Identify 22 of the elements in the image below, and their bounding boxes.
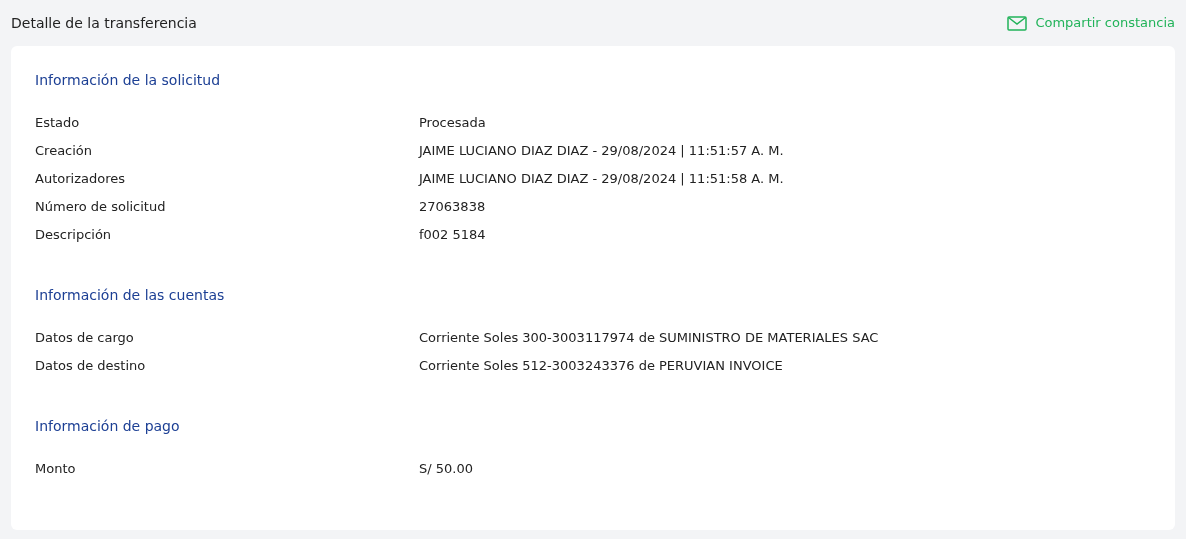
field-value: Procesada: [419, 114, 486, 133]
field-label: Monto: [35, 460, 77, 479]
field-value: JAIME LUCIANO DIAZ DIAZ - 29/08/2024 | 11:51:58 A. M.: [419, 170, 784, 189]
field-label: Descripción: [35, 226, 113, 245]
section-title: Información de las cuentas: [35, 286, 226, 305]
mail-icon: [1007, 15, 1028, 31]
field-label: Estado: [35, 114, 81, 133]
section-title: Información de pago: [35, 417, 181, 436]
field-label: Autorizadores: [35, 170, 126, 189]
field-value: 27063838: [419, 198, 486, 217]
field-value: f002 5184: [419, 226, 486, 245]
share-link[interactable]: Compartir constancia: [1007, 13, 1175, 33]
field-value: JAIME LUCIANO DIAZ DIAZ - 29/08/2024 | 11:51:57 A. M.: [419, 142, 784, 161]
field-label: Creación: [35, 142, 94, 161]
page-title: Detalle de la transferencia: [11, 13, 197, 33]
field-value: Corriente Soles 512-3003243376 de PERUVIAN INVOICE: [419, 357, 783, 376]
field-value: S/ 50.00: [419, 460, 473, 479]
field-label: Datos de destino: [35, 357, 147, 376]
field-label: Datos de cargo: [35, 329, 135, 348]
field-label: Número de solicitud: [35, 198, 167, 217]
section-title: Información de la solicitud: [35, 71, 222, 90]
field-value: Corriente Soles 300-3003117974 de SUMINISTRO DE MATERIALES SAC: [419, 329, 879, 348]
